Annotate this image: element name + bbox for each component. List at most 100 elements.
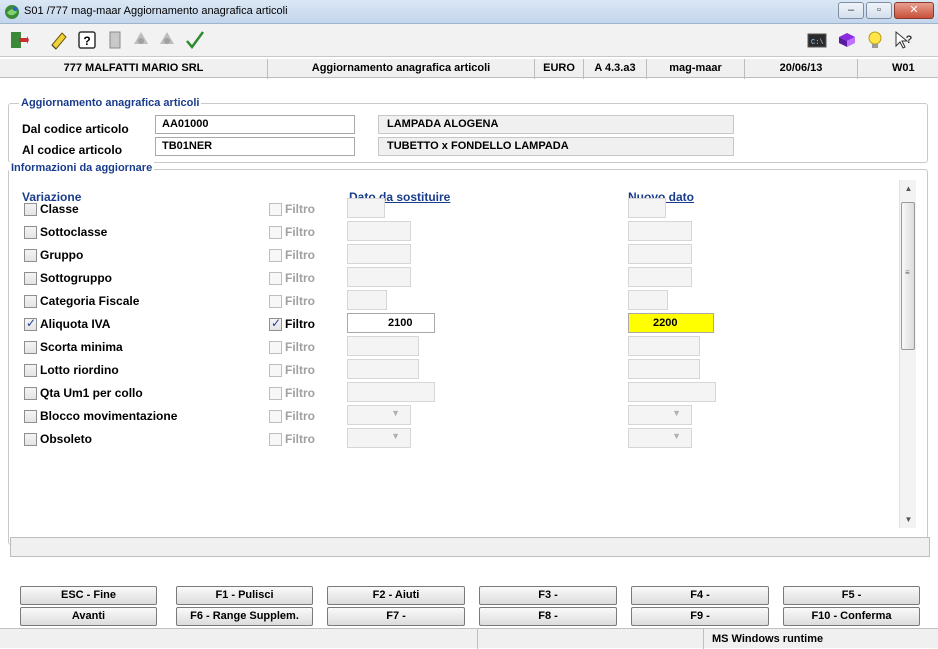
variation-checkbox[interactable] bbox=[24, 387, 37, 400]
filter-checkbox[interactable] bbox=[269, 249, 282, 262]
filter-label: Filtro bbox=[285, 363, 315, 377]
old-value-combo[interactable]: ▼ bbox=[347, 428, 411, 448]
filter-label: Filtro bbox=[285, 317, 315, 331]
new-value-field[interactable] bbox=[628, 382, 716, 402]
scroll-down-icon[interactable]: ▼ bbox=[900, 511, 917, 528]
esc-fine-button[interactable]: ESC - Fine bbox=[20, 586, 157, 605]
new-value-field[interactable] bbox=[628, 290, 668, 310]
variation-checkbox[interactable] bbox=[24, 341, 37, 354]
window-title: S01 /777 mag-maar Aggiornamento anagrafi… bbox=[24, 5, 288, 17]
to-code-input[interactable]: TB01NER bbox=[155, 137, 355, 156]
new-value-field[interactable] bbox=[628, 198, 666, 218]
f9-button[interactable]: F9 - bbox=[631, 607, 769, 626]
filter-checkbox[interactable] bbox=[269, 295, 282, 308]
filter-checkbox[interactable] bbox=[269, 203, 282, 216]
old-value-field[interactable] bbox=[347, 336, 419, 356]
new-value-combo[interactable]: ▼ bbox=[628, 428, 692, 448]
help-icon[interactable]: ? bbox=[76, 29, 98, 51]
document-icon[interactable] bbox=[104, 29, 126, 51]
new-value-field[interactable] bbox=[628, 221, 692, 241]
variation-checkbox[interactable] bbox=[24, 364, 37, 377]
variation-checkbox[interactable] bbox=[24, 433, 37, 446]
exit-icon[interactable] bbox=[8, 29, 30, 51]
update-group-title: Informazioni da aggiornare bbox=[9, 162, 155, 174]
f4-button[interactable]: F4 - bbox=[631, 586, 769, 605]
runtime-label: MS Windows runtime bbox=[712, 633, 824, 645]
variation-checkbox[interactable] bbox=[24, 272, 37, 285]
variation-label: Gruppo bbox=[40, 248, 84, 262]
filter-label: Filtro bbox=[285, 294, 315, 308]
old-value-field[interactable] bbox=[347, 244, 411, 264]
filter-checkbox[interactable] bbox=[269, 272, 282, 285]
terminal-icon[interactable]: C:\ bbox=[806, 29, 828, 51]
new-value-field[interactable] bbox=[628, 267, 692, 287]
variation-label: Categoria Fiscale bbox=[40, 294, 140, 308]
old-value-field[interactable] bbox=[347, 290, 387, 310]
f7-button[interactable]: F7 - bbox=[327, 607, 465, 626]
recycle-icon[interactable] bbox=[156, 29, 178, 51]
variation-checkbox[interactable] bbox=[24, 316, 37, 331]
f3-button[interactable]: F3 - bbox=[479, 586, 617, 605]
workstation: W01 bbox=[892, 62, 915, 74]
date: 20/06/13 bbox=[745, 59, 858, 79]
old-value-field[interactable] bbox=[347, 382, 435, 402]
filter-checkbox[interactable] bbox=[269, 364, 282, 377]
filter-checkbox[interactable] bbox=[269, 226, 282, 239]
from-code-input[interactable]: AA01000 bbox=[155, 115, 355, 134]
svg-text:?: ? bbox=[906, 34, 913, 46]
old-value-field[interactable]: 2100 bbox=[347, 313, 435, 333]
avanti-button[interactable]: Avanti bbox=[20, 607, 157, 626]
filter-label: Filtro bbox=[285, 271, 315, 285]
variation-checkbox[interactable] bbox=[24, 249, 37, 262]
maximize-button[interactable]: ▫ bbox=[866, 2, 892, 19]
old-value-field[interactable] bbox=[347, 359, 419, 379]
variation-checkbox[interactable] bbox=[24, 295, 37, 308]
message-bar bbox=[10, 537, 930, 557]
new-value-combo[interactable]: ▼ bbox=[628, 405, 692, 425]
dropdown-arrow-icon[interactable]: ▼ bbox=[391, 408, 400, 418]
filter-checkbox[interactable] bbox=[269, 387, 282, 400]
dropdown-arrow-icon[interactable]: ▼ bbox=[391, 431, 400, 441]
new-value-field[interactable] bbox=[628, 244, 692, 264]
checkmark-icon[interactable] bbox=[184, 29, 206, 51]
book-icon[interactable] bbox=[836, 29, 858, 51]
variation-label: Obsoleto bbox=[40, 432, 93, 446]
scroll-thumb[interactable]: ≡ bbox=[901, 202, 915, 350]
variation-label: Classe bbox=[40, 202, 79, 216]
filter-checkbox[interactable] bbox=[269, 433, 282, 446]
new-value-field[interactable] bbox=[628, 336, 700, 356]
filter-label: Filtro bbox=[285, 248, 315, 262]
lightbulb-icon[interactable] bbox=[864, 29, 886, 51]
context-help-icon[interactable]: ? bbox=[892, 29, 914, 51]
dropdown-arrow-icon[interactable]: ▼ bbox=[672, 431, 681, 441]
filter-checkbox[interactable] bbox=[269, 341, 282, 354]
old-value-combo[interactable]: ▼ bbox=[347, 405, 411, 425]
from-code-description: LAMPADA ALOGENA bbox=[378, 115, 734, 134]
new-value-field[interactable] bbox=[628, 359, 700, 379]
f2-aiuti-button[interactable]: F2 - Aiuti bbox=[327, 586, 465, 605]
new-value-field[interactable]: 2200 bbox=[628, 313, 714, 333]
old-value-field[interactable] bbox=[347, 267, 411, 287]
filter-checkbox[interactable] bbox=[269, 410, 282, 423]
f10-conferma-button[interactable]: F10 - Conferma bbox=[783, 607, 920, 626]
variation-label: Qta Um1 per collo bbox=[40, 386, 143, 400]
update-group bbox=[8, 169, 928, 545]
old-value-field[interactable] bbox=[347, 221, 411, 241]
scroll-up-icon[interactable]: ▲ bbox=[900, 180, 917, 197]
close-button[interactable]: ✕ bbox=[894, 2, 934, 19]
f8-button[interactable]: F8 - bbox=[479, 607, 617, 626]
scrollbar[interactable]: ▲ ≡ ▼ bbox=[899, 180, 916, 528]
f6-range-button[interactable]: F6 - Range Supplem. bbox=[176, 607, 313, 626]
f5-button[interactable]: F5 - bbox=[783, 586, 920, 605]
filter-checkbox[interactable] bbox=[269, 316, 282, 331]
variation-checkbox[interactable] bbox=[24, 203, 37, 216]
variation-label: Scorta minima bbox=[40, 340, 123, 354]
minimize-button[interactable]: – bbox=[838, 2, 864, 19]
f1-pulisci-button[interactable]: F1 - Pulisci bbox=[176, 586, 313, 605]
variation-checkbox[interactable] bbox=[24, 410, 37, 423]
dropdown-arrow-icon[interactable]: ▼ bbox=[672, 408, 681, 418]
old-value-field[interactable] bbox=[347, 198, 385, 218]
variation-checkbox[interactable] bbox=[24, 226, 37, 239]
recycle-icon[interactable] bbox=[130, 29, 152, 51]
eraser-icon[interactable] bbox=[48, 29, 70, 51]
